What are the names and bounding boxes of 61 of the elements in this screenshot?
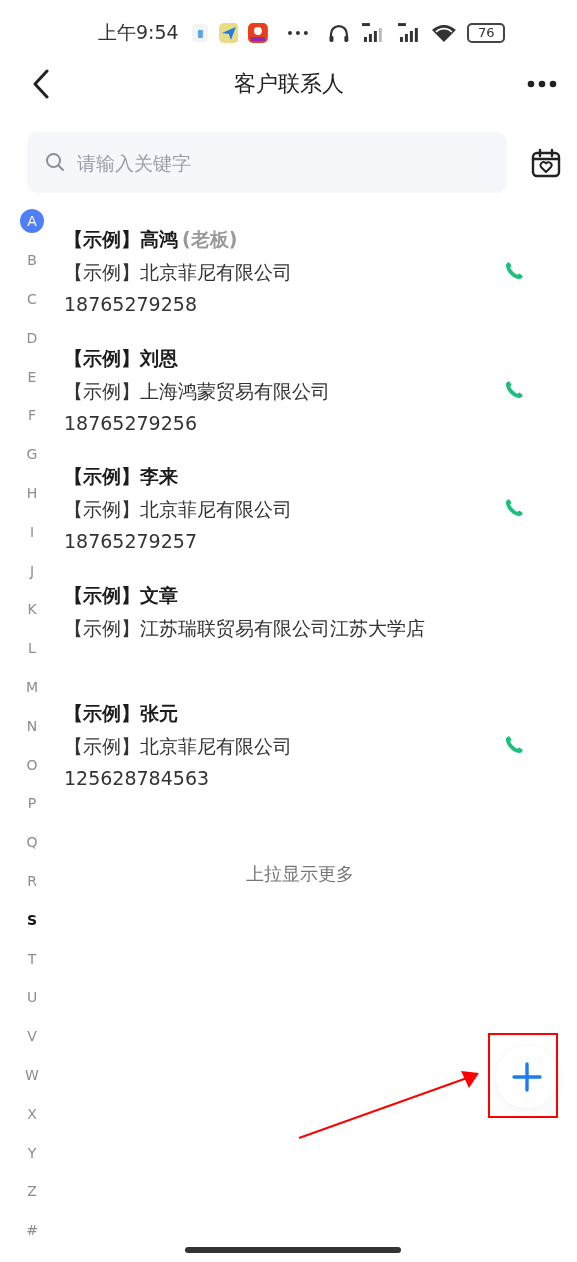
company-name: 【示例】江苏瑞联贸易有限公司江苏大学店: [64, 615, 425, 641]
index-letter[interactable]: D: [19, 318, 45, 358]
company-name: 【示例】北京菲尼有限公司: [64, 260, 292, 285]
more-button[interactable]: [527, 80, 557, 88]
index-letter[interactable]: V: [19, 1016, 45, 1056]
phone-icon[interactable]: [503, 734, 525, 756]
phone-number: 18765279257: [64, 529, 198, 554]
contact-role: (老板): [182, 227, 238, 252]
index-letter[interactable]: E: [19, 357, 45, 396]
phone-icon[interactable]: [503, 497, 525, 519]
headphones-icon: [328, 23, 350, 43]
calendar-heart-icon[interactable]: [531, 147, 561, 178]
contact-name: 【示例】刘恩: [64, 345, 178, 371]
shopping-app-icon: [248, 23, 269, 43]
battery-indicator: 76: [467, 23, 505, 43]
search-field[interactable]: 请输入关键字: [27, 132, 507, 193]
contact-name: 【示例】高鸿: [64, 227, 178, 252]
index-letter[interactable]: #: [19, 1210, 45, 1250]
index-letter[interactable]: C: [19, 279, 45, 319]
index-letter[interactable]: K: [19, 589, 45, 629]
index-letter[interactable]: L: [19, 628, 45, 668]
wifi-icon: [431, 23, 458, 43]
contact-name: 【示例】张元: [64, 701, 178, 726]
index-letter[interactable]: B: [19, 240, 45, 280]
index-letter[interactable]: A: [20, 209, 44, 234]
back-button[interactable]: [32, 69, 50, 99]
index-letter[interactable]: S: [19, 900, 45, 940]
paper-plane-app-icon: [218, 23, 239, 43]
phone-number: 18765279256: [64, 410, 198, 436]
index-letter[interactable]: P: [19, 783, 45, 823]
phone-number: 125628784563: [64, 766, 211, 791]
index-letter[interactable]: J: [19, 551, 45, 590]
calendar-app-icon: [190, 23, 209, 43]
index-letter[interactable]: Z: [19, 1171, 45, 1211]
index-letter[interactable]: N: [19, 706, 45, 746]
load-more-hint: 上拉显示更多: [244, 861, 355, 886]
status-time: 上午9:54: [98, 20, 179, 45]
contact-name: 【示例】李来: [64, 464, 178, 489]
company-name: 【示例】北京菲尼有限公司: [64, 497, 292, 522]
index-letter[interactable]: Y: [19, 1133, 45, 1172]
index-letter[interactable]: X: [19, 1094, 45, 1134]
index-letter[interactable]: M: [19, 667, 45, 707]
search-icon: [45, 152, 65, 172]
more-notifications-icon: [288, 31, 309, 35]
index-letter[interactable]: Q: [19, 822, 45, 862]
contact-name: 【示例】文章: [64, 582, 178, 608]
index-letter[interactable]: H: [19, 473, 45, 513]
index-letter[interactable]: U: [19, 977, 45, 1017]
phone-icon[interactable]: [503, 260, 525, 282]
company-name: 【示例】北京菲尼有限公司: [64, 734, 292, 759]
index-letter[interactable]: I: [19, 512, 45, 552]
index-letter[interactable]: F: [19, 395, 45, 435]
index-letter[interactable]: O: [19, 745, 45, 784]
phone-number: 18765279258: [64, 292, 198, 317]
company-name: 【示例】上海鸿蒙贸易有限公司: [64, 378, 330, 404]
index-letter[interactable]: R: [19, 861, 45, 901]
index-letter[interactable]: W: [19, 1055, 45, 1095]
page-title: 客户联系人: [233, 70, 344, 98]
index-letter[interactable]: T: [19, 939, 45, 978]
plus-icon: [512, 1062, 542, 1092]
index-letter[interactable]: G: [19, 434, 45, 474]
